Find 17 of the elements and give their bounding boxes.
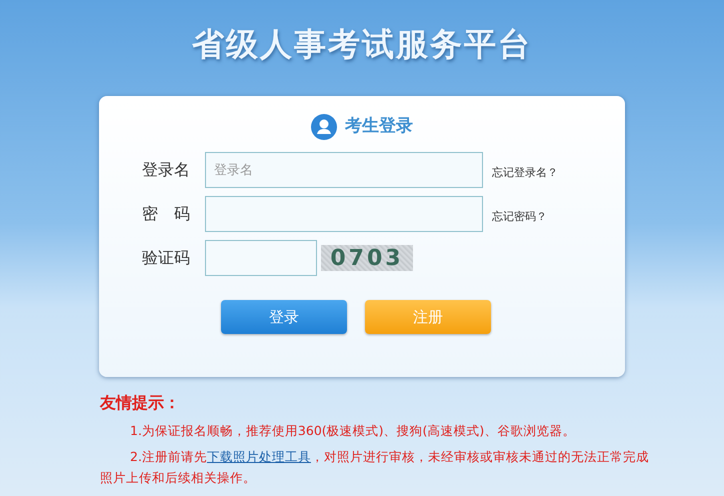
page-title: 省级人事考试服务平台 bbox=[192, 24, 532, 64]
download-link[interactable]: 下载照片处理工具 bbox=[206, 449, 311, 464]
user-icon bbox=[311, 114, 337, 140]
captcha-image[interactable]: 0703 bbox=[321, 245, 413, 271]
field-label: 验证码 bbox=[142, 247, 191, 269]
field-label: 密 码 bbox=[142, 203, 191, 225]
input-field[interactable]: 登录名 bbox=[205, 152, 483, 188]
login-button[interactable]: 登录 bbox=[221, 300, 347, 334]
notice-text: 1.为保证报名顺畅，推荐使用360(极速模式)、搜狗(高速模式)、谷歌浏览器。 bbox=[129, 422, 576, 440]
input-field[interactable] bbox=[205, 240, 317, 276]
forgot-link[interactable]: 忘记登录名？ bbox=[492, 164, 558, 182]
forgot-link[interactable]: 忘记密码？ bbox=[492, 208, 547, 226]
notice-text: 2.注册前请先下载照片处理工具，对照片进行审核，未经审核或审核未通过的无法正常完成照片上传和后续相关操作。 bbox=[100, 448, 650, 487]
input-field[interactable] bbox=[205, 196, 483, 232]
notice-title: 友情提示： bbox=[100, 392, 181, 414]
field-label: 登录名 bbox=[142, 159, 191, 181]
login-heading: 考生登录 bbox=[345, 115, 413, 138]
